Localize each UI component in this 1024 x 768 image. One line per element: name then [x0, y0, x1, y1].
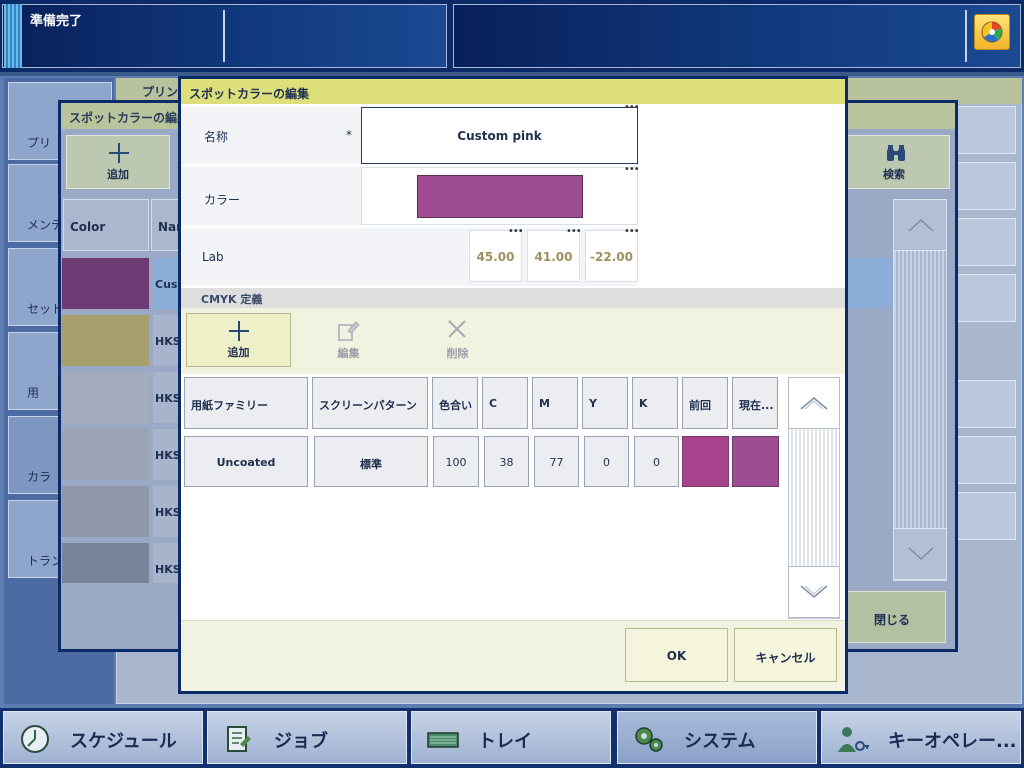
- color-label: カラー: [204, 193, 241, 207]
- system-panel: [453, 4, 1021, 68]
- col-header-tint[interactable]: 色合い: [432, 377, 478, 429]
- dialog-title: スポットカラーの編集: [181, 79, 845, 104]
- list-scrollbar[interactable]: [893, 199, 947, 581]
- cmyk-add-button[interactable]: 追加: [186, 313, 291, 367]
- cell-previous-color[interactable]: [682, 436, 729, 487]
- status-text: 準備完了: [30, 14, 83, 29]
- cell-k[interactable]: 0: [634, 436, 679, 487]
- plus-icon: [109, 143, 129, 163]
- cell-tint[interactable]: 100: [433, 436, 479, 487]
- col-header-c[interactable]: C: [482, 377, 528, 429]
- list-header-color[interactable]: Color: [63, 199, 149, 251]
- cancel-button[interactable]: キャンセル: [734, 628, 837, 682]
- col-header-m[interactable]: M: [532, 377, 578, 429]
- col-header-y[interactable]: Y: [582, 377, 628, 429]
- grid-scroll-up-button[interactable]: [788, 377, 840, 429]
- lab-label: Lab: [202, 250, 224, 264]
- document-icon: [227, 726, 251, 752]
- tray-icon: [427, 732, 459, 748]
- cell-m[interactable]: 77: [534, 436, 579, 487]
- plus-icon: [229, 321, 249, 341]
- grid-scroll-down-button[interactable]: [788, 566, 840, 618]
- name-label: 名称: [204, 130, 229, 144]
- list-row-label[interactable]: HKS: [153, 372, 181, 423]
- cell-y[interactable]: 0: [584, 436, 629, 487]
- nav-key-operator[interactable]: キーオペレー...: [821, 711, 1021, 764]
- list-row-label[interactable]: HKS: [153, 429, 181, 480]
- divider: [965, 10, 967, 62]
- lab-a-field[interactable]: 41.00: [527, 230, 580, 282]
- cmyk-section-header: CMYK 定義: [181, 288, 845, 308]
- list-search-button[interactable]: 検索: [838, 135, 950, 189]
- more-options-icon: •••: [624, 164, 640, 175]
- list-add-button[interactable]: 追加: [66, 135, 170, 189]
- list-row-swatch[interactable]: [62, 372, 149, 423]
- list-close-button[interactable]: 閉じる: [838, 591, 946, 643]
- required-mark: *: [346, 128, 352, 142]
- more-options-icon: •••: [624, 226, 640, 237]
- list-scroll-down-button[interactable]: [893, 528, 947, 580]
- cell-c[interactable]: 38: [484, 436, 529, 487]
- list-row-swatch[interactable]: [62, 486, 149, 537]
- col-header-media-family[interactable]: 用紙ファミリー: [184, 377, 308, 429]
- cell-screen-pattern[interactable]: 標準: [314, 436, 428, 487]
- cmyk-edit-button[interactable]: 編集: [296, 313, 401, 367]
- name-field[interactable]: Custom pink: [361, 107, 638, 164]
- list-row-swatch[interactable]: [62, 315, 149, 366]
- list-scroll-up-button[interactable]: [893, 199, 947, 251]
- logo-button[interactable]: [974, 14, 1010, 50]
- list-row-swatch[interactable]: [62, 258, 149, 309]
- col-header-current[interactable]: 現在...: [732, 377, 778, 429]
- chevron-down-icon: [800, 585, 828, 598]
- color-wheel-icon: [981, 21, 1003, 43]
- nav-schedule[interactable]: スケジュール: [3, 711, 203, 764]
- list-row-label[interactable]: HKS: [153, 543, 181, 583]
- clock-icon: [21, 725, 49, 753]
- gears-icon: [635, 727, 663, 752]
- cmyk-delete-button[interactable]: 削除: [405, 313, 510, 367]
- col-header-previous[interactable]: 前回: [682, 377, 728, 429]
- chevron-down-icon: [908, 547, 934, 561]
- delete-icon: [448, 320, 466, 338]
- list-row-swatch[interactable]: [62, 543, 149, 583]
- ok-button[interactable]: OK: [625, 628, 728, 682]
- cell-media-family[interactable]: Uncoated: [184, 436, 308, 487]
- list-row-label[interactable]: HKS: [153, 315, 181, 366]
- list-row-label[interactable]: Cus: [153, 258, 179, 309]
- list-row-label[interactable]: HKS: [153, 486, 181, 537]
- more-options-icon: •••: [624, 102, 640, 113]
- divider: [223, 10, 225, 62]
- chevron-up-icon: [800, 397, 828, 410]
- list-row-swatch[interactable]: [62, 429, 149, 480]
- nav-tray[interactable]: トレイ: [411, 711, 611, 764]
- cell-current-color[interactable]: [732, 436, 779, 487]
- status-indicator: [4, 4, 22, 68]
- key-operator-icon: [838, 727, 869, 752]
- col-header-k[interactable]: K: [632, 377, 678, 429]
- list-header-name[interactable]: Nan: [151, 199, 185, 251]
- lab-l-field[interactable]: 45.00: [469, 230, 522, 282]
- nav-system[interactable]: システム: [617, 711, 817, 764]
- color-swatch: [417, 175, 583, 218]
- binoculars-icon: [887, 145, 905, 161]
- edit-icon: [338, 321, 360, 341]
- nav-jobs[interactable]: ジョブ: [207, 711, 407, 764]
- lab-b-field[interactable]: -22.00: [585, 230, 638, 282]
- col-header-screen-pattern[interactable]: スクリーンパターン: [312, 377, 428, 429]
